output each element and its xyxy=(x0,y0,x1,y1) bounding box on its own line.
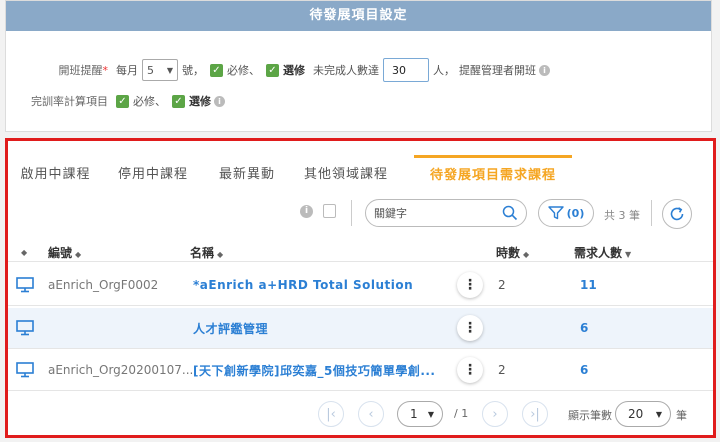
filter-count: (0) xyxy=(566,206,585,220)
monitor-icon xyxy=(16,308,34,348)
divider xyxy=(351,200,352,226)
course-name-link[interactable]: [天下創新學院]邱奕嘉_5個技巧簡單學創... xyxy=(193,350,436,390)
sort-icon: ◆ xyxy=(75,250,82,259)
header-code[interactable]: 編號 ◆ xyxy=(48,244,81,261)
row-divider xyxy=(8,390,713,391)
demand-count[interactable]: 6 xyxy=(580,308,588,348)
row-actions: ⋮ xyxy=(457,265,483,305)
header-demand[interactable]: 需求人數 ▼ xyxy=(574,244,631,261)
course-name-link[interactable]: 人才評鑑管理 xyxy=(193,308,268,348)
day-select[interactable]: 5 ▼ xyxy=(142,59,178,81)
settings-panel: 待發展項目設定 開班提醒* 每月 5 ▼ 號， ✓ 必修、 ✓ 選修 未完成人數達… xyxy=(5,0,712,132)
chevron-down-icon: ▼ xyxy=(166,65,173,75)
search-icon xyxy=(502,205,518,221)
toolbar: i 關鍵字 (0) 共 3 筆 xyxy=(8,199,713,229)
image-export-icon[interactable] xyxy=(323,204,336,218)
page-size-suffix: 筆 xyxy=(676,409,687,422)
table-row[interactable]: aEnrich_OrgF0002 *aEnrich a+HRD Total So… xyxy=(8,265,713,305)
next-page-icon[interactable]: › xyxy=(482,401,508,427)
search-placeholder: 關鍵字 xyxy=(374,207,407,220)
sort-icon: ◆ xyxy=(217,250,224,259)
table-row[interactable]: aEnrich_Org20200107... [天下創新學院]邱奕嘉_5個技巧簡… xyxy=(8,350,713,390)
row-actions: ⋮ xyxy=(457,308,483,348)
course-demand-panel: 啟用中課程 停用中課程 最新異動 其他領域課程 待發展項目需求課程 i 關鍵字 … xyxy=(5,138,716,438)
class-reminder-row: 開班提醒* 每月 5 ▼ 號， ✓ 必修、 ✓ 選修 未完成人數達 30 人， 提… xyxy=(6,58,550,82)
required-label: 必修、 xyxy=(227,64,260,77)
demand-count[interactable]: 6 xyxy=(580,350,588,390)
elective-checkbox[interactable]: ✓ xyxy=(172,94,185,108)
refresh-icon xyxy=(670,207,684,221)
demand-count[interactable]: 11 xyxy=(580,265,597,305)
row-actions: ⋮ xyxy=(457,350,483,390)
refresh-button[interactable] xyxy=(662,199,692,229)
required-label: 必修、 xyxy=(133,95,166,108)
monitor-icon xyxy=(16,350,34,390)
completion-rate-row: 完訓率計算項目 ✓ 必修、 ✓ 選修 i xyxy=(6,93,225,109)
table-header: ◆ 編號 ◆ 名稱 ◆ 時數 ◆ 需求人數 ▼ xyxy=(8,240,713,262)
sort-icon[interactable]: ◆ xyxy=(18,244,27,258)
prev-page-icon[interactable]: ‹ xyxy=(358,401,384,427)
more-options-icon[interactable]: ⋮ xyxy=(457,315,483,341)
elective-label: 選修 xyxy=(189,95,211,108)
uncompleted-label: 未完成人數達 xyxy=(313,64,379,77)
sort-icon: ◆ xyxy=(523,250,530,259)
page-size-select[interactable]: 20 ▼ xyxy=(615,401,671,427)
chevron-down-icon: ▼ xyxy=(655,409,662,419)
table-row[interactable]: 人才評鑑管理 ⋮ 6 xyxy=(8,308,713,348)
header-name[interactable]: 名稱 ◆ xyxy=(190,244,223,261)
day-suffix: 號， xyxy=(182,64,204,77)
chevron-down-icon: ▼ xyxy=(427,409,434,419)
first-page-icon[interactable]: |‹ xyxy=(318,401,344,427)
settings-title: 待發展項目設定 xyxy=(6,1,711,31)
tab-pending-demand-courses[interactable]: 待發展項目需求課程 xyxy=(414,155,572,189)
tab-bar: 啟用中課程 停用中課程 最新異動 其他領域課程 待發展項目需求課程 xyxy=(8,155,572,189)
course-code: aEnrich_Org20200107... xyxy=(48,363,194,377)
required-checkbox[interactable]: ✓ xyxy=(116,94,129,108)
filter-icon xyxy=(547,206,564,220)
page-size-label: 顯示筆數 xyxy=(568,409,612,422)
tab-active-courses[interactable]: 啟用中課程 xyxy=(8,161,103,189)
search-input[interactable]: 關鍵字 xyxy=(365,199,527,227)
row-divider xyxy=(8,348,713,349)
total-count: 共 3 筆 xyxy=(604,209,640,222)
more-options-icon[interactable]: ⋮ xyxy=(457,357,483,383)
tab-inactive-courses[interactable]: 停用中課程 xyxy=(103,161,203,189)
remind-text: 提醒管理者開班 xyxy=(459,64,536,77)
pagination: |‹ ‹ 1 ▼ / 1 › ›| 顯示筆數 20 ▼ 筆 xyxy=(8,401,713,431)
class-reminder-label: 開班提醒* xyxy=(58,64,109,77)
elective-label: 選修 xyxy=(283,64,305,77)
course-hours: 2 xyxy=(498,278,506,292)
monthly-text: 每月 xyxy=(116,64,138,77)
completion-rate-label: 完訓率計算項目 xyxy=(31,95,108,108)
divider xyxy=(651,200,652,226)
info-icon[interactable]: i xyxy=(214,95,225,107)
more-options-icon[interactable]: ⋮ xyxy=(457,272,483,298)
page-select[interactable]: 1 ▼ xyxy=(397,401,443,427)
sort-desc-icon: ▼ xyxy=(625,250,632,259)
filter-button[interactable]: (0) xyxy=(538,199,594,227)
header-hours[interactable]: 時數 ◆ xyxy=(496,244,529,261)
uncompleted-count-input[interactable]: 30 xyxy=(383,58,429,82)
tab-other-domains[interactable]: 其他領域課程 xyxy=(291,161,401,189)
people-suffix: 人， xyxy=(433,64,455,77)
course-hours: 2 xyxy=(498,363,506,377)
info-icon[interactable]: i xyxy=(300,205,313,218)
row-divider xyxy=(8,305,713,306)
required-checkbox[interactable]: ✓ xyxy=(210,63,223,77)
course-code: aEnrich_OrgF0002 xyxy=(48,278,159,292)
course-name-link[interactable]: *aEnrich a+HRD Total Solution xyxy=(193,265,413,305)
info-icon[interactable]: i xyxy=(539,64,550,76)
total-pages: / 1 xyxy=(454,407,469,420)
last-page-icon[interactable]: ›| xyxy=(522,401,548,427)
monitor-icon xyxy=(16,265,34,305)
elective-checkbox[interactable]: ✓ xyxy=(266,63,279,77)
tab-latest-changes[interactable]: 最新異動 xyxy=(203,161,291,189)
